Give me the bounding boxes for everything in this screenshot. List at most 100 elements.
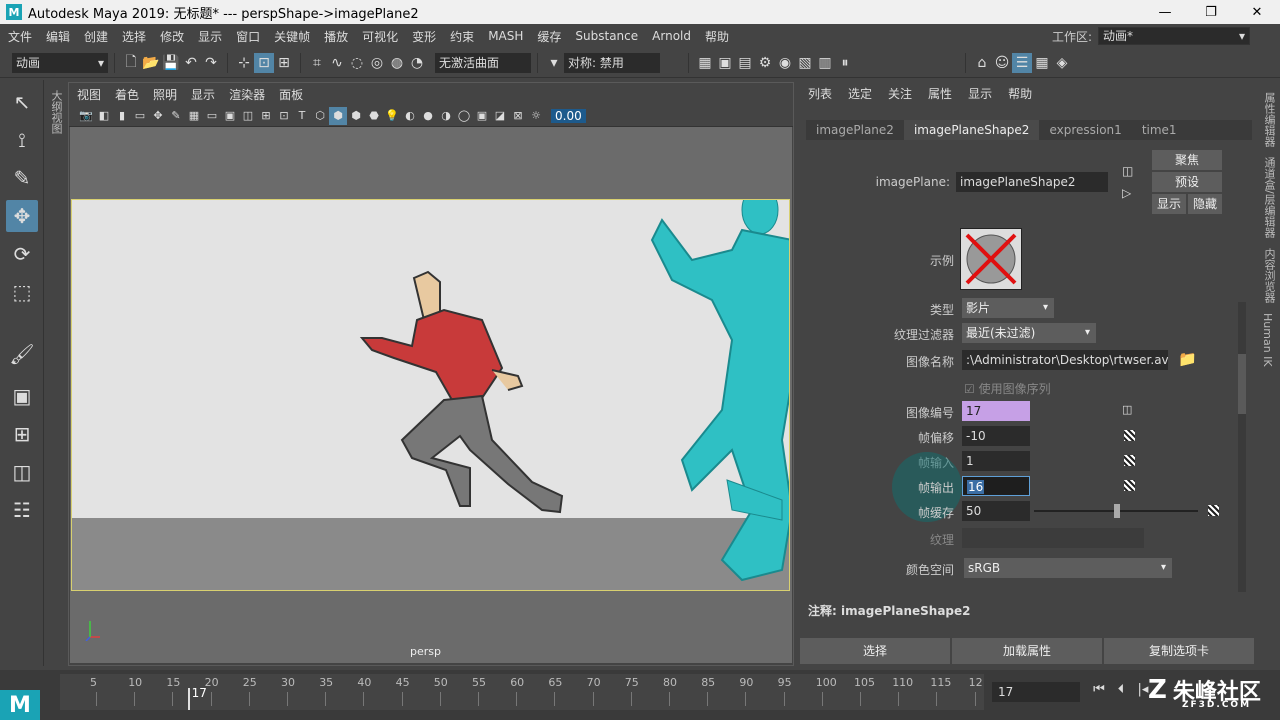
textured-icon[interactable]: ⬣ [365, 107, 383, 125]
attribute-editor-icon[interactable]: ☰ [1012, 52, 1032, 73]
mode-select[interactable]: 动画 ▾ [12, 52, 108, 73]
render-frame-icon[interactable]: ▣ [715, 53, 735, 73]
menu-playback[interactable]: 播放 [324, 28, 348, 45]
frame-out-field[interactable]: 16 [962, 476, 1030, 496]
go-to-start-icon[interactable]: ⏮ [1088, 682, 1110, 697]
show-button[interactable]: 显示 [1152, 194, 1186, 214]
tab-human-ik[interactable]: Human IK [1261, 313, 1274, 367]
menu-modify[interactable]: 修改 [160, 28, 184, 45]
scale-tool-icon[interactable]: ⬚ [6, 276, 38, 308]
node-name-field[interactable]: imagePlaneShape2 [956, 172, 1108, 192]
ambient-occlusion-icon[interactable]: ● [419, 107, 437, 125]
smooth-shade-icon[interactable]: ⬢ [329, 106, 347, 125]
menu-constrain[interactable]: 约束 [450, 28, 474, 45]
restore-icon[interactable]: ❐ [1188, 0, 1234, 24]
current-frame-field[interactable]: 17 [992, 682, 1080, 702]
output-connection-icon[interactable]: ▷ [1122, 186, 1131, 200]
vp-menu-renderer[interactable]: 渲染器 [229, 86, 265, 103]
brush-tool-icon[interactable]: 🖌 [6, 338, 38, 370]
hypershade-icon[interactable]: ◉ [775, 53, 795, 73]
select-hierarchy-icon[interactable]: ⊹ [234, 53, 254, 73]
menu-cache[interactable]: 缓存 [537, 28, 561, 45]
load-attributes-button[interactable]: 加载属性 [952, 638, 1102, 664]
select-tool-icon[interactable]: ↖ [6, 86, 38, 118]
select-component-icon[interactable]: ⊞ [274, 53, 294, 73]
grid-icon[interactable]: ▦ [185, 107, 203, 125]
arnold-render-icon[interactable]: ▥ [815, 53, 835, 73]
attr-scrollbar-thumb[interactable] [1238, 354, 1246, 414]
image-number-field[interactable]: 17 [962, 401, 1030, 421]
frame-offset-field[interactable]: -10 [962, 426, 1030, 446]
paint-select-icon[interactable]: ✎ [6, 162, 38, 194]
tab-channel-box[interactable]: 通道盒/层编辑器 [1261, 157, 1277, 238]
outliner-strip[interactable]: 大纲视图 [46, 84, 64, 664]
vp-menu-lighting[interactable]: 照明 [153, 86, 177, 103]
tool-settings-icon[interactable]: ▦ [1032, 53, 1052, 73]
gate-mask-icon[interactable]: ◫ [239, 107, 257, 125]
tab-imageplane2[interactable]: imagePlane2 [806, 120, 904, 140]
render-sequence-icon[interactable]: ▧ [795, 53, 815, 73]
menu-display[interactable]: 显示 [198, 28, 222, 45]
key-frame-cache-icon[interactable] [1208, 505, 1219, 516]
xray-joints-icon[interactable]: ⊠ [509, 107, 527, 125]
isolate-select-icon[interactable]: ▣ [473, 107, 491, 125]
close-icon[interactable]: ✕ [1234, 0, 1280, 24]
channel-box-icon[interactable]: ◈ [1052, 53, 1072, 73]
tab-expression1[interactable]: expression1 [1039, 120, 1131, 140]
symmetry-select[interactable]: 对称: 禁用 [564, 52, 660, 73]
lights-icon[interactable]: 💡 [383, 107, 401, 125]
vp-menu-shading[interactable]: 着色 [115, 86, 139, 103]
folder-icon[interactable]: 📁 [1178, 350, 1197, 368]
key-frame-out-icon[interactable] [1124, 480, 1135, 491]
workspace-select[interactable]: 动画* [1098, 27, 1250, 45]
image-plane-icon[interactable]: ▭ [131, 107, 149, 125]
ae-menu-help[interactable]: 帮助 [1008, 85, 1032, 102]
frame-cache-slider-handle[interactable] [1114, 504, 1120, 518]
minimize-icon[interactable]: — [1142, 0, 1188, 24]
bookmark-icon[interactable]: ▮ [113, 107, 131, 125]
menu-mash[interactable]: MASH [488, 29, 523, 43]
menu-help[interactable]: 帮助 [705, 28, 729, 45]
current-frame-marker[interactable] [187, 688, 190, 710]
anti-alias-icon[interactable]: ◯ [455, 107, 473, 125]
menu-arnold[interactable]: Arnold [652, 29, 691, 43]
attr-scrollbar[interactable] [1238, 302, 1246, 592]
save-scene-icon[interactable]: 💾 [161, 53, 181, 73]
hide-button[interactable]: 隐藏 [1188, 194, 1222, 214]
menu-file[interactable]: 文件 [8, 28, 32, 45]
menu-deform[interactable]: 变形 [412, 28, 436, 45]
tab-imageplaneshape2[interactable]: imagePlaneShape2 [903, 120, 1040, 140]
chevron-down-icon[interactable]: ▾ [544, 53, 564, 73]
exposure-field[interactable]: 0.00 [551, 108, 586, 123]
snap-live-icon[interactable]: ◔ [407, 53, 427, 73]
new-scene-icon[interactable]: 🗋 [121, 53, 141, 73]
menu-visualize[interactable]: 可视化 [362, 28, 398, 45]
pause-icon[interactable]: ⏸ [835, 53, 855, 73]
key-frame-in-icon[interactable] [1124, 455, 1135, 466]
menu-create[interactable]: 创建 [84, 28, 108, 45]
ae-menu-selected[interactable]: 选定 [848, 85, 872, 102]
type-select[interactable]: 影片 ▾ [962, 298, 1054, 318]
grease-pencil-icon[interactable]: ✎ [167, 107, 185, 125]
safe-action-icon[interactable]: ⊡ [275, 107, 293, 125]
select-object-icon[interactable]: ⊡ [254, 52, 274, 73]
wireframe-on-shaded-icon[interactable]: ⬢ [347, 107, 365, 125]
ae-menu-show[interactable]: 显示 [968, 85, 992, 102]
redo-icon[interactable]: ↷ [201, 53, 221, 73]
snap-view-icon[interactable]: ◎ [367, 53, 387, 73]
ipr-render-icon[interactable]: ▤ [735, 53, 755, 73]
two-view-icon[interactable]: ◫ [6, 456, 38, 488]
tab-time1[interactable]: time1 [1132, 120, 1187, 140]
focus-button[interactable]: 聚焦 [1152, 150, 1222, 170]
undo-icon[interactable]: ↶ [181, 53, 201, 73]
single-view-icon[interactable]: ▣ [6, 380, 38, 412]
shadows-icon[interactable]: ◐ [401, 107, 419, 125]
render-view-icon[interactable]: ▦ [695, 53, 715, 73]
camera-attr-icon[interactable]: ◧ [95, 107, 113, 125]
ae-menu-focus[interactable]: 关注 [888, 85, 912, 102]
motion-blur-icon[interactable]: ◑ [437, 107, 455, 125]
open-scene-icon[interactable]: 📂 [141, 53, 161, 73]
snap-grid-icon[interactable]: ⌗ [307, 53, 327, 73]
outliner-layout-icon[interactable]: ☷ [6, 494, 38, 526]
perspective-viewport[interactable]: persp [70, 127, 792, 663]
